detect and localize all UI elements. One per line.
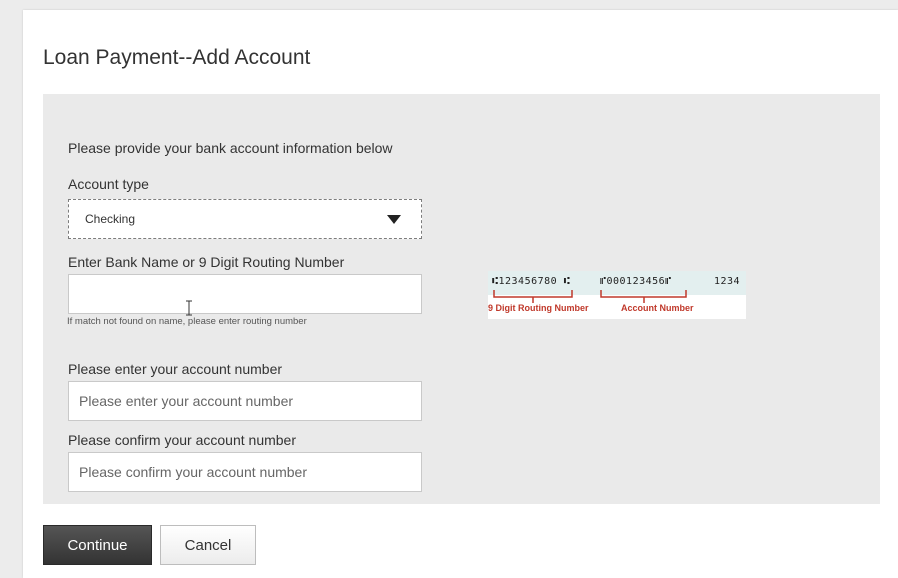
bank-account-form-panel: Please provide your bank account informa… (43, 94, 880, 504)
bank-routing-hint: If match not found on name, please enter… (67, 316, 307, 327)
account-number-input[interactable] (68, 381, 422, 421)
chevron-down-icon (387, 215, 401, 224)
account-type-label: Account type (68, 176, 149, 192)
continue-button[interactable]: Continue (43, 525, 152, 565)
page-title: Loan Payment--Add Account (43, 46, 311, 69)
cancel-button[interactable]: Cancel (160, 525, 256, 565)
bank-routing-label: Enter Bank Name or 9 Digit Routing Numbe… (68, 254, 345, 270)
loan-payment-page: Loan Payment--Add Account Please provide… (23, 10, 898, 578)
account-type-selected-value: Checking (85, 212, 136, 226)
account-number-label: Please enter your account number (68, 361, 283, 377)
form-instructions: Please provide your bank account informa… (68, 140, 393, 156)
confirm-account-number-input[interactable] (68, 452, 422, 492)
check-sample-image: ⑆123456780 ⑆ ⑈000123456⑈ 1234 9 Digit Ro… (488, 271, 746, 319)
account-number-caption: Account Number (621, 303, 694, 313)
check-number-micr-text: 1234 (714, 276, 741, 287)
routing-number-caption: 9 Digit Routing Number (488, 303, 589, 313)
account-micr-text: ⑈000123456⑈ (600, 276, 672, 287)
routing-micr-text: ⑆123456780 ⑆ (492, 276, 571, 287)
account-type-select[interactable]: Checking (68, 199, 422, 239)
confirm-account-number-label: Please confirm your account number (68, 432, 296, 448)
i-beam-cursor-icon (186, 300, 192, 316)
bank-routing-input[interactable] (68, 274, 422, 314)
